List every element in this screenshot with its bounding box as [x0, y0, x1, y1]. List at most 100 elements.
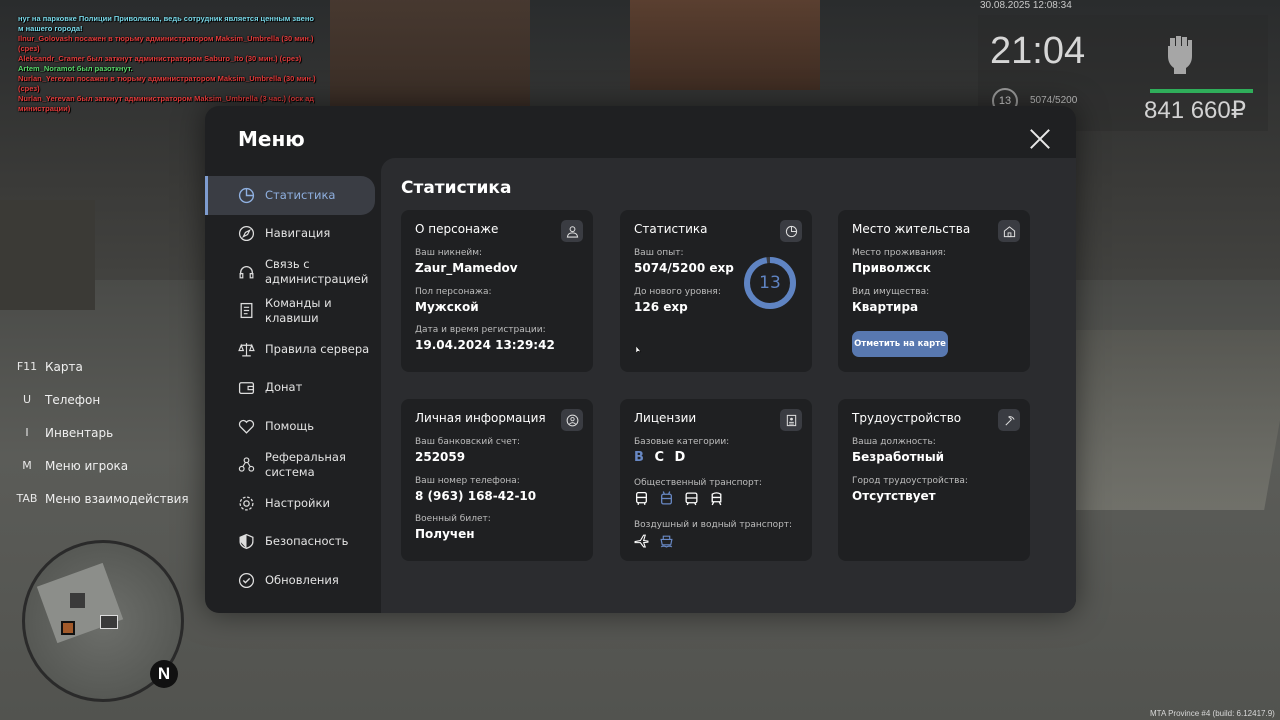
gender-value: Мужской: [415, 300, 479, 314]
phone-value: 8 (963) 168-42-10: [415, 489, 537, 503]
air-water-transport-label: Воздушный и водный транспорт:: [634, 520, 793, 530]
chat-line: Artem_Noramot был разоткнут.: [18, 64, 133, 73]
key-label: I: [25, 426, 29, 439]
mark-on-map-button[interactable]: Отметить на карте: [852, 331, 948, 357]
user-icon: [566, 225, 578, 238]
exp-value: 5074/5200 exp: [634, 261, 734, 275]
military-label: Военный билет:: [415, 514, 491, 524]
watch-tower: [0, 200, 95, 310]
menu-title: Меню: [238, 127, 305, 151]
card-title: О персонаже: [415, 222, 499, 236]
card-statistics: Статистика Ваш опыт: 5074/5200 exp До но…: [620, 210, 812, 372]
mouse-cursor-icon: [636, 346, 642, 354]
chat-line: Nurlan_Yerevan посажен в тюрьму админист…: [18, 74, 316, 83]
basic-categories-label: Базовые категории:: [634, 437, 730, 447]
menu-window: Меню Статистика Навигация Связь с админи…: [205, 106, 1076, 613]
key-action: Телефон: [45, 392, 101, 407]
key-hint: M Меню игрока: [12, 449, 189, 482]
sidebar-item-label: Реферальная система: [265, 449, 346, 479]
trolleybus-icon: [661, 491, 672, 505]
residence-value: Приволжск: [852, 261, 931, 275]
compass-icon: [238, 226, 255, 242]
sidebar: Статистика Навигация Связь с администрац…: [205, 176, 381, 600]
military-value: Получен: [415, 527, 475, 541]
network-icon: [238, 457, 255, 472]
card-personal: Личная информация Ваш банковский счет: 2…: [401, 399, 593, 561]
sidebar-item-label: Статистика: [265, 187, 336, 202]
sidebar-item-security[interactable]: Безопасность: [205, 523, 381, 562]
hud-money: 841 660₽: [1144, 97, 1247, 124]
sidebar-item-donate[interactable]: Донат: [205, 369, 381, 408]
chat-line: Nurlan_Yerevan был заткнут администратор…: [18, 94, 315, 103]
sidebar-item-label: Связь с администрацией: [265, 257, 369, 287]
crane-cabin: [630, 0, 820, 90]
key-label: TAB: [16, 492, 38, 505]
sidebar-item-label: Команды и клавиши: [265, 295, 332, 325]
shield-icon: [239, 534, 254, 550]
sidebar-item-settings[interactable]: Настройки: [205, 484, 381, 523]
public-transport-label: Общественный транспорт:: [634, 478, 762, 488]
sidebar-item-support[interactable]: Связь с администрацией: [205, 253, 381, 292]
crane-structure: [330, 0, 530, 110]
next-level-label: До нового уровня:: [634, 287, 721, 297]
key-action: Меню взаимодействия: [45, 491, 189, 506]
content-panel: Статистика О персонаже Ваш никнейм: Zaur…: [381, 158, 1076, 613]
sidebar-item-commands[interactable]: Команды и клавиши: [205, 292, 381, 331]
registration-label: Дата и время регистрации:: [415, 325, 546, 335]
key-label: F11: [16, 360, 38, 373]
public-transport-icons: [634, 491, 734, 506]
key-hint: F11 Карта: [12, 350, 189, 383]
sidebar-item-updates[interactable]: Обновления: [205, 561, 381, 600]
chat-line: Aleksandr_Cramer был заткнут администрат…: [18, 54, 302, 63]
sidebar-item-label: Навигация: [265, 226, 331, 241]
fist-icon: [1168, 36, 1192, 74]
handshake-heart-icon: [238, 419, 255, 434]
sidebar-item-help[interactable]: Помощь: [205, 407, 381, 446]
headset-icon: [239, 265, 254, 279]
key-hint: U Телефон: [12, 383, 189, 416]
property-label: Вид имущества:: [852, 287, 930, 297]
wallet-icon: [238, 382, 255, 395]
key-label: U: [22, 393, 32, 406]
card-icon-box: [998, 220, 1020, 242]
key-action: Инвентарь: [45, 425, 114, 440]
north-indicator: N: [150, 660, 178, 688]
chat-line: нуг на парковке Полиции Приволжска, ведь…: [18, 14, 314, 23]
chat-line: (срез): [18, 84, 40, 93]
card-icon-box: [561, 220, 583, 242]
phone-label: Ваш номер телефона:: [415, 476, 520, 486]
chat-log: нуг на парковке Полиции Приволжска, ведь…: [18, 14, 338, 114]
key-action: Меню игрока: [45, 458, 129, 473]
close-button[interactable]: [1029, 128, 1051, 150]
license-category-d: D: [674, 450, 686, 465]
nickname-label: Ваш никнейм:: [415, 248, 483, 258]
check-circle-icon: [238, 572, 255, 588]
hud-exp: 5074/5200: [1030, 95, 1078, 106]
sidebar-item-label: Правила сервера: [265, 341, 370, 356]
registration-value: 19.04.2024 13:29:42: [415, 338, 555, 352]
sidebar-item-referral[interactable]: Реферальная система: [205, 446, 381, 485]
map-blip: [61, 621, 75, 635]
build-info: MTA Province #4 (build: 6.12417.9): [1150, 709, 1275, 718]
sidebar-item-rules[interactable]: Правила сервера: [205, 330, 381, 369]
property-value: Квартира: [852, 300, 919, 314]
card-icon-box: [561, 409, 583, 431]
card-icon-box: [998, 409, 1020, 431]
chart-pie-icon: [785, 225, 797, 237]
license-category-c: C: [654, 450, 664, 465]
pickaxe-icon: [1004, 415, 1015, 426]
bank-label: Ваш банковский счет:: [415, 437, 521, 447]
sidebar-item-navigation[interactable]: Навигация: [205, 215, 381, 254]
position-value: Безработный: [852, 450, 945, 464]
map-building: [100, 615, 118, 629]
card-title: Статистика: [634, 222, 708, 236]
position-label: Ваша должность:: [852, 437, 936, 447]
key-hint: TAB Меню взаимодействия: [12, 482, 189, 515]
health-bar: [1150, 89, 1253, 93]
license-categories: B C D: [634, 450, 691, 465]
content-title: Статистика: [401, 178, 512, 198]
chat-line: Ilnur_Golovash посажен в тюрьму админист…: [18, 34, 314, 43]
train-icon: [711, 492, 722, 506]
key-label: M: [22, 459, 32, 472]
sidebar-item-statistics[interactable]: Статистика: [205, 176, 375, 215]
